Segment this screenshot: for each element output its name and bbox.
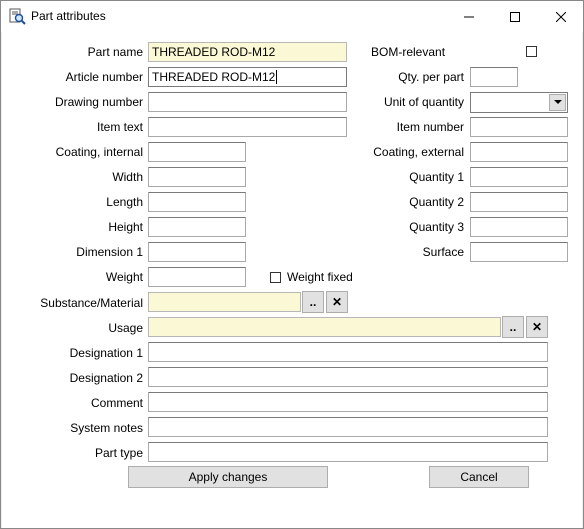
quantity2-input[interactable] bbox=[470, 192, 568, 212]
item-text-input[interactable] bbox=[148, 117, 347, 137]
bom-relevant-checkbox[interactable] bbox=[526, 46, 537, 57]
system-notes-label: System notes bbox=[70, 421, 143, 435]
width-label: Width bbox=[112, 170, 143, 184]
length-input[interactable] bbox=[148, 192, 246, 212]
quantity2-label: Quantity 2 bbox=[409, 195, 464, 209]
bom-relevant-label: BOM-relevant bbox=[371, 45, 446, 59]
surface-label: Surface bbox=[422, 245, 464, 259]
window-title: Part attributes bbox=[31, 9, 106, 23]
height-label: Height bbox=[108, 220, 143, 234]
length-label: Length bbox=[106, 195, 143, 209]
dropdown-button[interactable] bbox=[549, 94, 566, 111]
weight-fixed-checkbox[interactable] bbox=[270, 272, 281, 283]
coating-internal-label: Coating, internal bbox=[55, 145, 143, 159]
close-button[interactable] bbox=[539, 1, 583, 32]
apply-changes-button[interactable]: Apply changes bbox=[128, 466, 328, 488]
dimension1-label: Dimension 1 bbox=[76, 245, 143, 259]
substance-input[interactable] bbox=[148, 292, 301, 312]
designation1-label: Designation 1 bbox=[69, 346, 143, 360]
coating-external-label: Coating, external bbox=[373, 145, 464, 159]
item-number-input[interactable] bbox=[470, 117, 568, 137]
qty-per-part-input[interactable] bbox=[470, 67, 518, 87]
minimize-icon bbox=[464, 16, 474, 17]
maximize-icon bbox=[510, 11, 520, 22]
item-number-label: Item number bbox=[396, 120, 464, 134]
chevron-down-icon bbox=[553, 100, 562, 104]
quantity1-input[interactable] bbox=[470, 167, 568, 187]
unit-of-quantity-select[interactable] bbox=[470, 92, 568, 113]
maximize-button[interactable] bbox=[493, 1, 537, 32]
article-number-label: Article number bbox=[65, 70, 143, 84]
dimension1-input[interactable] bbox=[148, 242, 246, 262]
designation2-label: Designation 2 bbox=[69, 371, 143, 385]
quantity3-label: Quantity 3 bbox=[409, 220, 464, 234]
coating-external-input[interactable] bbox=[470, 142, 568, 162]
part-name-label: Part name bbox=[87, 45, 143, 59]
article-number-input[interactable]: THREADED ROD-M12 bbox=[148, 67, 347, 87]
system-notes-input[interactable] bbox=[148, 417, 548, 437]
substance-label: Substance/Material bbox=[40, 296, 143, 310]
part-type-label: Part type bbox=[94, 446, 143, 460]
usage-browse-button[interactable]: .. bbox=[502, 316, 524, 338]
width-input[interactable] bbox=[148, 167, 246, 187]
coating-internal-input[interactable] bbox=[148, 142, 246, 162]
height-input[interactable] bbox=[148, 217, 246, 237]
form-area: Part name THREADED ROD-M12 Article numbe… bbox=[2, 32, 582, 528]
comment-input[interactable] bbox=[148, 392, 548, 412]
substance-browse-button[interactable]: .. bbox=[302, 291, 324, 313]
part-type-input[interactable] bbox=[148, 442, 548, 462]
article-number-value: THREADED ROD-M12 bbox=[152, 70, 276, 84]
substance-clear-button[interactable]: ✕ bbox=[326, 291, 348, 313]
usage-label: Usage bbox=[108, 321, 143, 335]
designation2-input[interactable] bbox=[148, 367, 548, 387]
designation1-input[interactable] bbox=[148, 342, 548, 362]
part-attributes-dialog: Part attributes Part name THREADED ROD-M… bbox=[0, 0, 584, 529]
item-text-label: Item text bbox=[96, 120, 143, 134]
weight-fixed-label: Weight fixed bbox=[287, 270, 353, 284]
title-bar: Part attributes bbox=[1, 1, 583, 32]
weight-input[interactable] bbox=[148, 267, 246, 287]
qty-per-part-label: Qty. per part bbox=[398, 70, 464, 84]
close-icon bbox=[556, 11, 566, 22]
part-attributes-icon bbox=[9, 8, 26, 25]
drawing-number-input[interactable] bbox=[148, 92, 347, 112]
usage-input[interactable] bbox=[148, 317, 501, 337]
quantity3-input[interactable] bbox=[470, 217, 568, 237]
text-caret bbox=[276, 70, 278, 84]
cancel-button[interactable]: Cancel bbox=[429, 466, 529, 488]
usage-clear-button[interactable]: ✕ bbox=[526, 316, 548, 338]
part-name-input[interactable]: THREADED ROD-M12 bbox=[148, 42, 347, 62]
surface-input[interactable] bbox=[470, 242, 568, 262]
comment-label: Comment bbox=[90, 396, 143, 410]
weight-label: Weight bbox=[105, 270, 143, 284]
drawing-number-label: Drawing number bbox=[54, 95, 143, 109]
minimize-button[interactable] bbox=[447, 1, 491, 32]
quantity1-label: Quantity 1 bbox=[409, 170, 464, 184]
unit-of-quantity-label: Unit of quantity bbox=[383, 95, 464, 109]
